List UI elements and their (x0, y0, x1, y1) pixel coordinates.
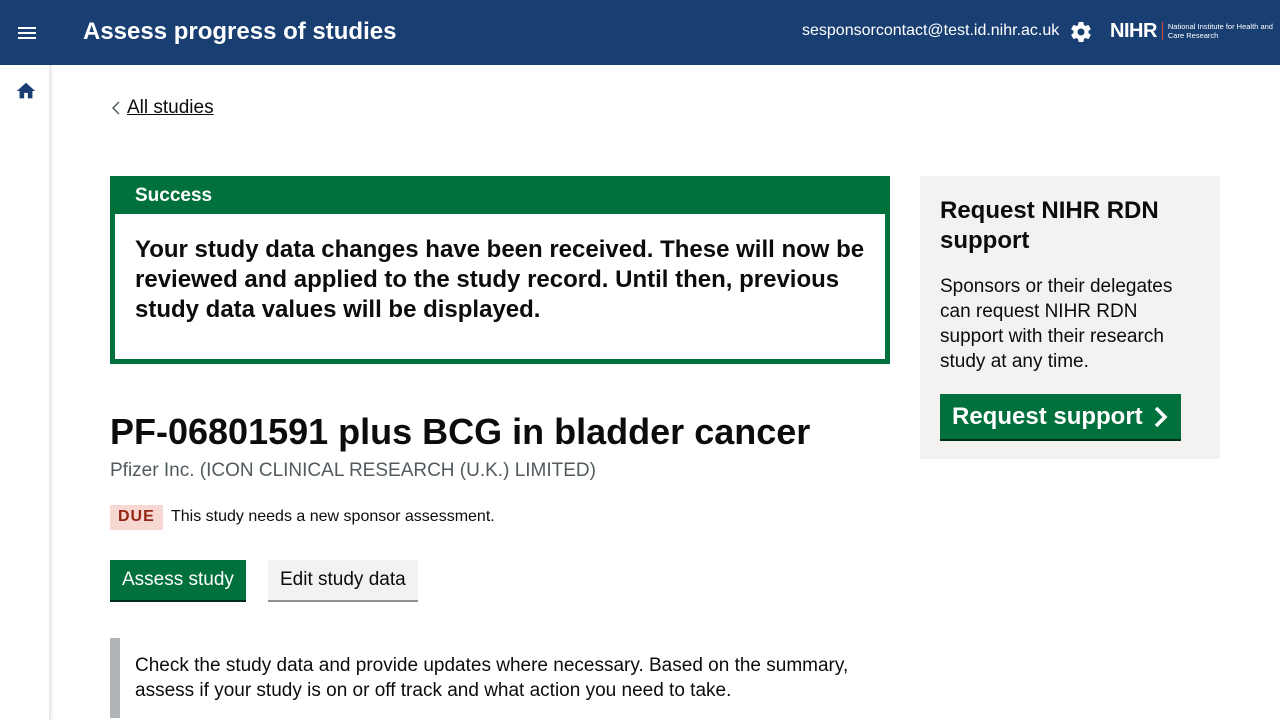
assess-study-button[interactable]: Assess study (110, 560, 246, 600)
sidebar (0, 65, 51, 720)
back-link-all-studies[interactable]: All studies (127, 97, 214, 119)
chevron-right-icon (1154, 406, 1168, 427)
success-banner: Success Your study data changes have bee… (110, 176, 890, 364)
nihr-logo[interactable]: NIHR National Institute for Health and C… (1110, 18, 1278, 44)
success-heading: Success (115, 181, 885, 214)
app-title[interactable]: Assess progress of studies (83, 18, 396, 46)
page-title: PF-06801591 plus BCG in bladder cancer (110, 411, 811, 452)
app-header: Assess progress of studies sesponsorcont… (0, 0, 1280, 65)
success-message: Your study data changes have been receiv… (135, 236, 865, 323)
status-badge: DUE (110, 505, 163, 530)
breadcrumb: All studies (110, 97, 214, 119)
logo-sub-text: National Institute for Health and Care R… (1167, 22, 1273, 40)
inset-text: Check the study data and provide updates… (110, 638, 890, 718)
chevron-left-icon (111, 101, 120, 115)
request-support-panel: Request NIHR RDN support Sponsors or the… (920, 176, 1220, 459)
status-text: This study needs a new sponsor assessmen… (171, 508, 495, 525)
request-support-label: Request support (952, 402, 1143, 430)
hamburger-menu-icon[interactable] (14, 20, 40, 46)
home-icon[interactable] (15, 80, 37, 102)
study-sponsor: Pfizer Inc. (ICON CLINICAL RESEARCH (U.K… (110, 460, 596, 481)
logo-divider (1161, 22, 1163, 40)
edit-study-data-button[interactable]: Edit study data (268, 560, 418, 600)
gear-icon[interactable] (1069, 20, 1093, 44)
logo-main-text: NIHR (1110, 19, 1157, 42)
request-support-body: Sponsors or their delegates can request … (940, 276, 1173, 372)
user-email: sesponsorcontact@test.id.nihr.ac.uk (802, 22, 1060, 39)
request-support-button[interactable]: Request support (940, 394, 1181, 439)
request-support-heading: Request NIHR RDN support (940, 197, 1159, 254)
